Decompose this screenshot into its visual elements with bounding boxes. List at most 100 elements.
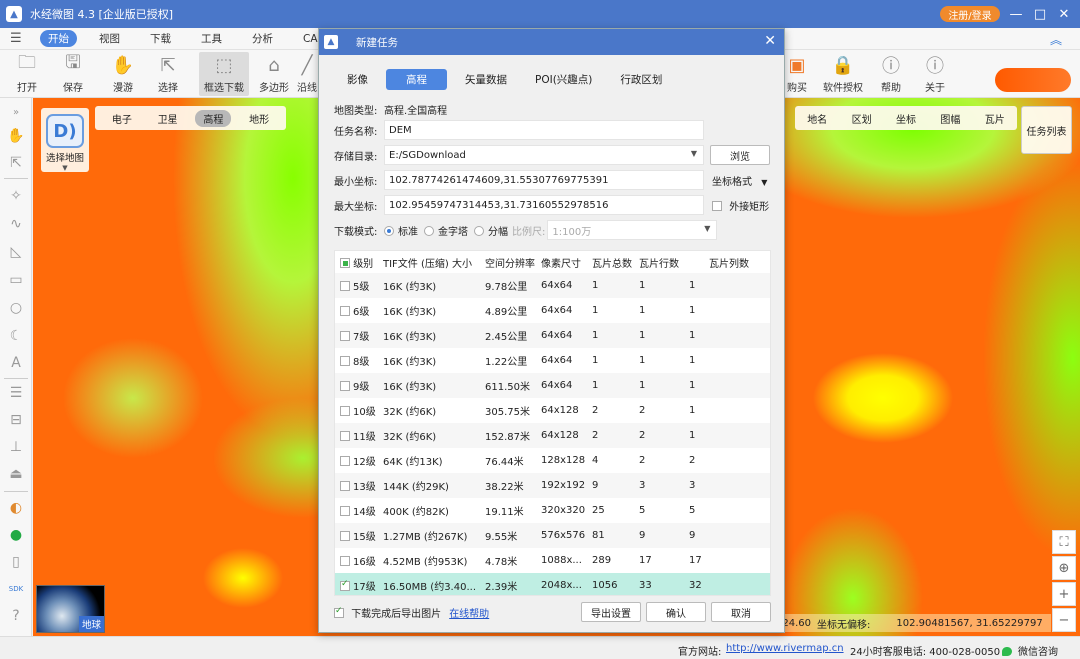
hand-icon[interactable]: ✋ (6, 126, 26, 146)
text-draw-icon[interactable]: A (6, 353, 26, 373)
confirm-button[interactable]: 确认 (646, 602, 706, 622)
menu-view[interactable]: 视图 (91, 30, 128, 47)
zoom-in-icon[interactable]: + (1052, 582, 1076, 606)
checkbox[interactable] (712, 200, 722, 211)
earth-icon[interactable]: ◐ (6, 498, 26, 518)
menu-download[interactable]: 下载 (142, 30, 179, 47)
row-checkbox[interactable] (340, 456, 350, 466)
minimize-icon[interactable]: — (1006, 4, 1026, 24)
maximize-icon[interactable]: □ (1030, 4, 1050, 24)
help-button[interactable]: ⓘ 帮助 (868, 52, 914, 96)
row-checkbox[interactable] (340, 406, 350, 416)
table-row[interactable]: 13级 144K (约29K) 38.22米 192x192 9 3 3 (335, 473, 770, 498)
row-checkbox[interactable] (340, 331, 350, 341)
tool-place-name[interactable]: 地名 (807, 111, 827, 126)
map-type-selector[interactable]: D) 选择地图 ▼ (41, 108, 89, 172)
layer-tool-1-icon[interactable]: ☰ (6, 383, 26, 403)
polygon-download-button[interactable]: ⌂ 多边形 (251, 52, 297, 96)
save-button[interactable]: 🖫 保存 (50, 52, 96, 96)
crescent-draw-icon[interactable]: ☾ (6, 326, 26, 346)
mode-sheet-radio[interactable]: 分幅 (468, 223, 508, 238)
layer-tab-elevation[interactable]: 高程 (195, 109, 232, 127)
line-download-button[interactable]: ╱ 沿线 (296, 52, 318, 96)
help-icon[interactable]: ? (6, 606, 26, 626)
table-row[interactable]: 6级 16K (约3K) 4.89公里 64x64 1 1 1 (335, 298, 770, 323)
close-icon[interactable]: ✕ (764, 33, 776, 49)
layer-tool-3-icon[interactable]: ⊥ (6, 437, 26, 457)
row-checkbox[interactable] (340, 579, 350, 591)
bbox-checkbox[interactable]: 外接矩形 (712, 198, 769, 213)
globe-view-button[interactable]: 地球 (36, 585, 105, 633)
row-checkbox[interactable] (340, 506, 350, 516)
tool-region[interactable]: 区划 (852, 111, 872, 126)
wechat-consult[interactable]: 微信咨询 (1002, 643, 1058, 658)
polygon-draw-icon[interactable]: ✧ (6, 186, 26, 206)
select-button[interactable]: ⇱ 选择 (145, 52, 191, 96)
layer-tab-satellite[interactable]: 卫星 (150, 110, 186, 127)
table-row[interactable]: 12级 64K (约13K) 76.44米 128x128 4 2 2 (335, 448, 770, 473)
table-row[interactable]: 10级 32K (约6K) 305.75米 64x128 2 2 1 (335, 398, 770, 423)
table-row[interactable]: 5级 16K (约3K) 9.78公里 64x64 1 1 1 (335, 273, 770, 298)
table-row[interactable]: 9级 16K (约3K) 611.50米 64x64 1 1 1 (335, 373, 770, 398)
tab-imagery[interactable]: 影像 (337, 69, 378, 90)
cancel-button[interactable]: 取消 (711, 602, 771, 622)
rectangle-draw-icon[interactable]: ▭ (6, 270, 26, 290)
sdk-icon[interactable]: SDK (6, 579, 26, 599)
link-icon[interactable]: ● (6, 525, 26, 545)
max-coord-input[interactable]: 102.95459747314453,31.73160552978516 (384, 195, 704, 215)
box-download-button[interactable]: ⬚ 框选下载 (199, 52, 249, 96)
tab-admin-region[interactable]: 行政区划 (610, 69, 672, 90)
menu-tools[interactable]: 工具 (193, 30, 230, 47)
expand-icon[interactable]: » (6, 102, 26, 122)
fullscreen-icon[interactable]: ⛶ (1052, 530, 1076, 554)
hamburger-menu-icon[interactable]: ☰ (10, 31, 26, 46)
layer-tool-2-icon[interactable]: ⊟ (6, 410, 26, 430)
collapse-ribbon-icon[interactable]: ︽ (1050, 31, 1062, 48)
about-button[interactable]: ⓘ 关于 (912, 52, 958, 96)
layer-tab-terrain[interactable]: 地形 (241, 110, 277, 127)
open-button[interactable]: 🗀 打开 (4, 52, 50, 96)
tab-poi[interactable]: POI(兴趣点) (525, 69, 602, 90)
table-row[interactable]: 16级 4.52MB (约953K) 4.78米 1088x... 289 17 17 (335, 548, 770, 573)
task-name-input[interactable]: DEM (384, 120, 704, 140)
layer-tab-electronic[interactable]: 电子 (104, 110, 140, 127)
promo-button[interactable] (995, 68, 1071, 92)
row-checkbox[interactable] (340, 356, 350, 366)
row-checkbox[interactable] (340, 306, 350, 316)
tool-map-sheet[interactable]: 图幅 (940, 111, 960, 126)
zoom-out-icon[interactable]: − (1052, 608, 1076, 632)
export-after-checkbox[interactable]: 下载完成后导出图片 (334, 605, 441, 620)
row-checkbox[interactable] (340, 556, 350, 566)
tab-elevation[interactable]: 高程 (386, 69, 447, 90)
row-checkbox[interactable] (340, 531, 350, 541)
save-dir-select[interactable]: E:/SGDownload ▼ (384, 145, 704, 165)
area-draw-icon[interactable]: ◺ (6, 242, 26, 262)
tool-tile[interactable]: 瓦片 (985, 111, 1005, 126)
layer-tool-4-icon[interactable]: ⏏ (6, 464, 26, 484)
menu-analysis[interactable]: 分析 (244, 30, 281, 47)
row-checkbox[interactable] (340, 381, 350, 391)
tool-coordinate[interactable]: 坐标 (896, 111, 916, 126)
row-checkbox[interactable] (340, 281, 350, 291)
min-coord-input[interactable]: 102.78774261474609,31.55307769775391 (384, 170, 704, 190)
table-row[interactable]: 15级 1.27MB (约267K) 9.55米 576x576 81 9 9 (335, 523, 770, 548)
table-row[interactable]: 14级 400K (约82K) 19.11米 320x320 25 5 5 (335, 498, 770, 523)
login-button[interactable]: 注册/登录 (940, 6, 1000, 22)
online-help-link[interactable]: 在线帮助 (449, 605, 489, 620)
mode-pyramid-radio[interactable]: 金字塔 (418, 223, 468, 238)
table-row[interactable]: 17级 16.50MB (约3.40... 2.39米 2048x... 1056 33 3… (335, 573, 770, 595)
checkbox[interactable] (334, 606, 344, 618)
menu-start[interactable]: 开始 (40, 30, 77, 47)
browse-button[interactable]: 浏览 (710, 145, 770, 165)
export-settings-button[interactable]: 导出设置 (581, 602, 641, 622)
task-list-button[interactable]: 任务列表 (1021, 106, 1072, 154)
mode-standard-radio[interactable]: 标准 (384, 223, 418, 238)
cursor-icon[interactable]: ⇱ (6, 153, 26, 173)
tab-vector[interactable]: 矢量数据 (455, 69, 517, 90)
website-link[interactable]: http://www.rivermap.cn (726, 643, 844, 654)
row-checkbox[interactable] (340, 431, 350, 441)
coord-format-dropdown[interactable]: 坐标格式 ▼ (712, 173, 767, 188)
purchase-button[interactable]: ▣ 购买 (782, 52, 812, 96)
close-icon[interactable]: ✕ (1054, 4, 1074, 24)
table-row[interactable]: 11级 32K (约6K) 152.87米 64x128 2 2 1 (335, 423, 770, 448)
